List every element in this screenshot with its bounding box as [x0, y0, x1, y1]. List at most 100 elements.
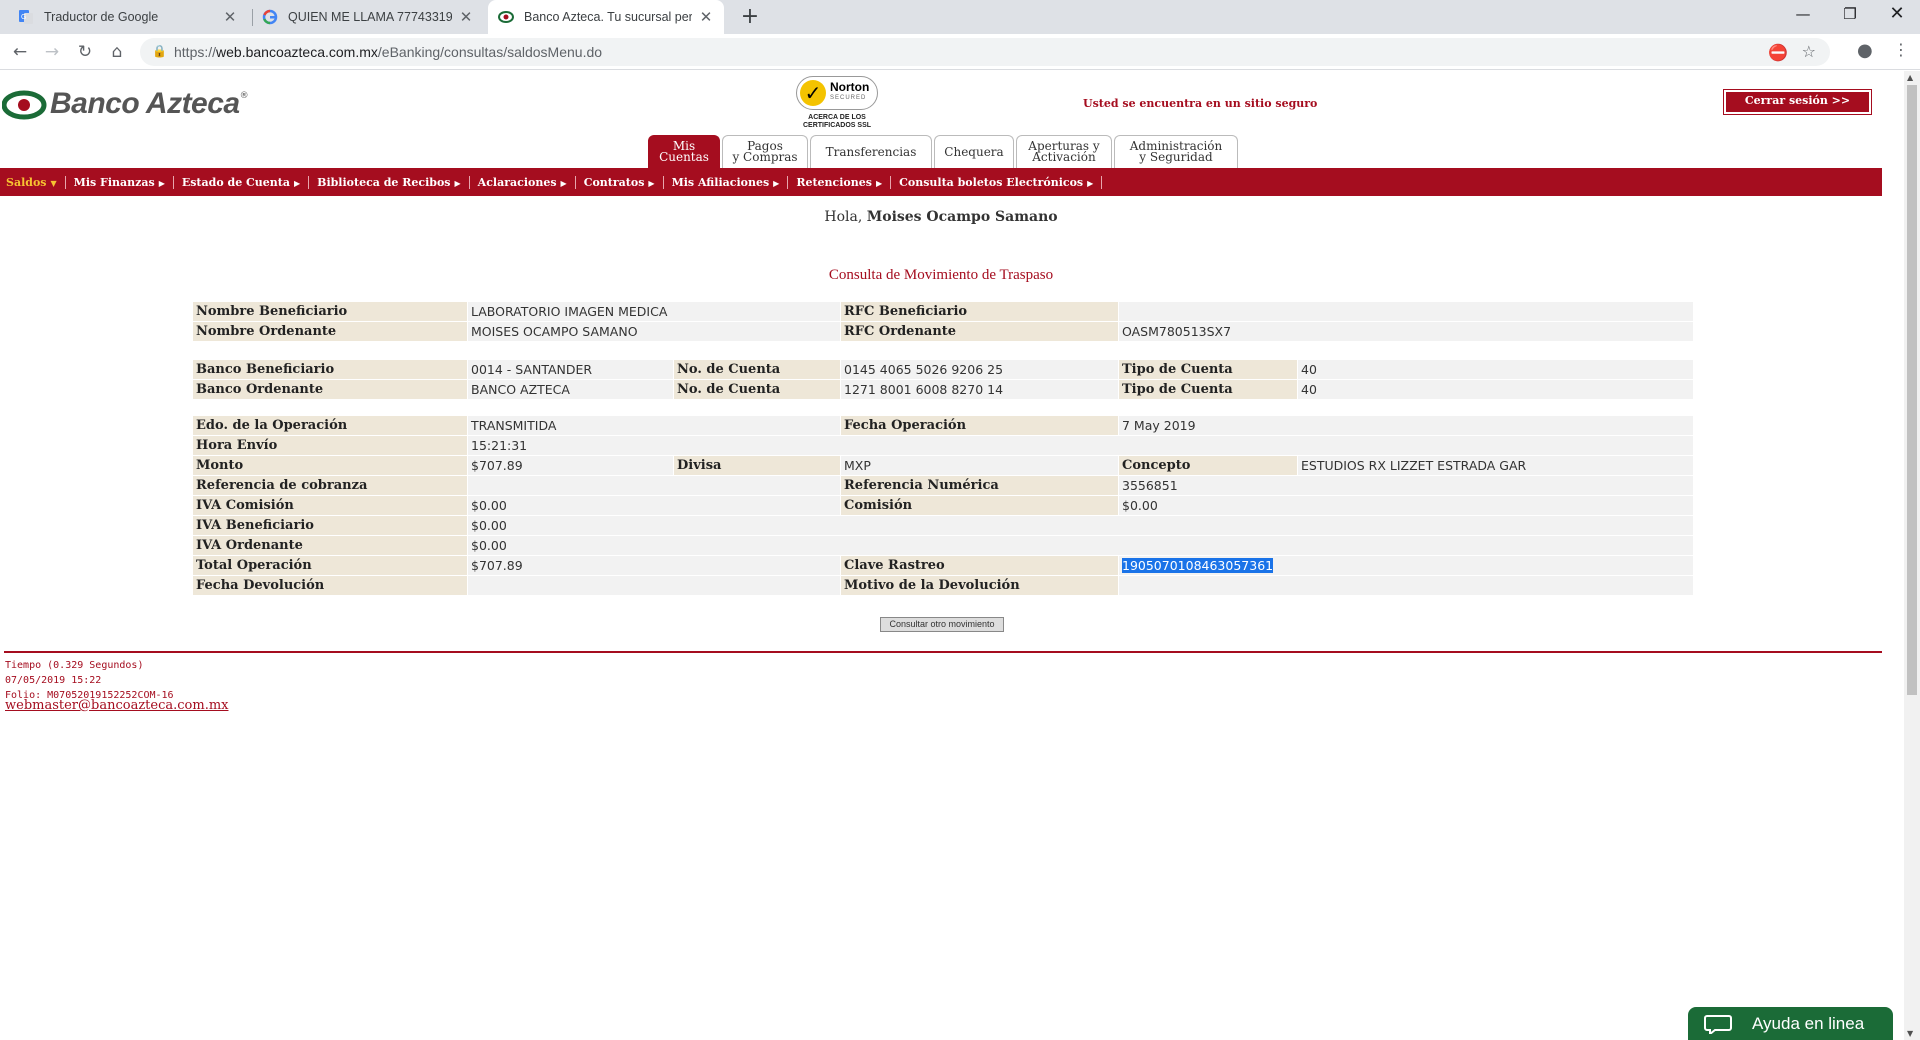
caret-right-icon: ▶ — [454, 177, 461, 188]
footer-divider — [4, 651, 1882, 653]
norton-seal[interactable]: ✓ Norton SECURED ACERCA DE LOS CERTIFICADO… — [792, 76, 882, 134]
tab-title: Traductor de Google — [44, 10, 159, 24]
close-tab-icon[interactable]: ✕ — [698, 8, 714, 26]
field-label: Edo. de la Operación — [193, 416, 467, 435]
tab-transferencias[interactable]: Transferencias — [810, 135, 932, 168]
tab-title: QUIEN ME LLAMA 7774331956 - — [288, 10, 452, 24]
scroll-up-icon[interactable]: ▲ — [1907, 73, 1913, 82]
field-label: RFC Beneficiario — [841, 302, 1118, 321]
field-label: Tipo de Cuenta — [1119, 380, 1297, 399]
caret-right-icon: ▶ — [560, 177, 567, 188]
menu-mis-finanzas[interactable]: Mis Finanzas ▶ — [74, 175, 174, 189]
field-value: $707.89 — [468, 456, 673, 475]
chat-label: Ayuda en linea — [1752, 1014, 1865, 1033]
browser-tab-strip: G Traductor de Google ✕ QUIEN ME LLAMA 7… — [0, 0, 1920, 34]
tab-administracion-seguridad[interactable]: Administración y Seguridad — [1114, 135, 1238, 168]
field-label: IVA Comisión — [193, 496, 467, 515]
page-scrollbar[interactable]: ▲ ▼ — [1904, 71, 1920, 1040]
forward-icon[interactable]: → — [40, 40, 64, 64]
close-tab-icon[interactable]: ✕ — [222, 8, 238, 26]
caret-right-icon: ▶ — [158, 177, 165, 188]
minimize-icon[interactable]: — — [1780, 0, 1826, 30]
field-value: BANCO AZTECA — [468, 380, 673, 399]
scroll-down-icon[interactable]: ▼ — [1907, 1029, 1913, 1038]
caret-down-icon: ▼ — [50, 177, 57, 188]
address-bar[interactable]: 🔒 https://web.bancoazteca.com.mx/eBankin… — [140, 38, 1830, 66]
field-value: MOISES OCAMPO SAMANO — [468, 322, 840, 341]
field-label: RFC Ordenante — [841, 322, 1118, 341]
table-row: IVA Ordenante $0.00 — [193, 536, 1693, 556]
clave-rastreo-value[interactable]: 19050701084630573​61 — [1119, 556, 1693, 575]
tab-mis-cuentas[interactable]: Mis Cuentas — [648, 135, 720, 168]
close-tab-icon[interactable]: ✕ — [458, 8, 474, 26]
field-label: No. de Cuenta — [674, 360, 840, 379]
field-label: Nombre Ordenante — [193, 322, 467, 341]
blocked-content-icon[interactable]: ⛔ — [1768, 43, 1788, 62]
page-title: Consulta de Movimiento de Traspaso — [828, 267, 1054, 283]
menu-mis-afiliaciones[interactable]: Mis Afiliaciones ▶ — [672, 175, 789, 189]
field-label: Total Operación — [193, 556, 467, 575]
secure-site-message: Usted se encuentra en un sitio seguro — [1083, 97, 1318, 110]
browser-tab-translate[interactable]: G Traductor de Google ✕ — [8, 0, 248, 34]
norton-secured: SECURED — [830, 95, 867, 101]
menu-saldos[interactable]: Saldos ▼ — [6, 175, 66, 189]
field-label: Banco Beneficiario — [193, 360, 467, 379]
menu-consulta-boletos[interactable]: Consulta boletos Electrónicos ▶ — [899, 175, 1103, 189]
table-row: Nombre Beneficiario LABORATORIO IMAGEN M… — [193, 302, 1693, 322]
new-tab-icon[interactable]: + — [736, 3, 764, 31]
accounts-block: Banco Beneficiario 0014 - SANTANDER No. … — [193, 360, 1693, 400]
close-window-icon[interactable]: ✕ — [1874, 0, 1920, 30]
logo-wordmark: Banco Azteca — [50, 87, 240, 120]
ayuda-en-linea-button[interactable]: Ayuda en linea — [1688, 1007, 1893, 1040]
field-value: 15:21:31 — [468, 436, 1693, 455]
tab-chequera[interactable]: Chequera — [934, 135, 1014, 168]
menu-retenciones[interactable]: Retenciones ▶ — [796, 175, 892, 189]
field-label: Motivo de la Devolución — [841, 576, 1118, 595]
field-value: LABORATORIO IMAGEN MEDICA — [468, 302, 840, 321]
selected-text[interactable]: 19050701084630573​61 — [1122, 558, 1274, 573]
tab-title: Banco Azteca. Tu sucursal person — [524, 10, 692, 24]
table-row: Monto $707.89 Divisa MXP Concepto ESTUDI… — [193, 456, 1693, 476]
field-value: $707.89 — [468, 556, 840, 575]
browser-toolbar: ← → ↻ ⌂ 🔒 https://web.bancoazteca.com.mx… — [0, 34, 1920, 70]
table-row: Nombre Ordenante MOISES OCAMPO SAMANO RF… — [193, 322, 1693, 342]
field-label: Comisión — [841, 496, 1118, 515]
banco-azteca-logo[interactable]: Banco Azteca ® — [1, 87, 249, 121]
main-nav-tabs: Mis Cuentas Pagos y Compras Transferencias… — [648, 134, 1240, 168]
bookmark-star-icon[interactable]: ☆ — [1802, 42, 1816, 61]
field-value — [1119, 576, 1693, 595]
field-label: Nombre Beneficiario — [193, 302, 467, 321]
scrollbar-thumb[interactable] — [1907, 85, 1917, 695]
field-value: $0.00 — [468, 536, 1693, 555]
field-label: IVA Ordenante — [193, 536, 467, 555]
menu-biblioteca-recibos[interactable]: Biblioteca de Recibos ▶ — [317, 175, 470, 189]
home-icon[interactable]: ⌂ — [105, 40, 129, 64]
field-value: 7 May 2019 — [1119, 416, 1693, 435]
menu-aclaraciones[interactable]: Aclaraciones ▶ — [478, 175, 576, 189]
norton-badge: ✓ Norton SECURED — [796, 76, 878, 110]
back-icon[interactable]: ← — [8, 40, 32, 64]
field-value: 3556851 — [1119, 476, 1693, 495]
table-row: IVA Beneficiario $0.00 — [193, 516, 1693, 536]
profile-icon[interactable]: ● — [1857, 40, 1873, 61]
webmaster-email-link[interactable]: webmaster@bancoazteca.com.mx — [5, 698, 228, 713]
beneficiary-block: Nombre Beneficiario LABORATORIO IMAGEN M… — [193, 302, 1693, 342]
menu-kebab-icon[interactable]: ⋮ — [1893, 40, 1909, 59]
field-value: MXP — [841, 456, 1118, 475]
browser-tab-banco-azteca[interactable]: Banco Azteca. Tu sucursal person ✕ — [488, 0, 724, 34]
consultar-otro-movimiento-button[interactable]: Consultar otro movimiento — [880, 617, 1004, 632]
field-value: 40 — [1298, 380, 1693, 399]
tab-pagos-compras[interactable]: Pagos y Compras — [722, 135, 808, 168]
menu-contratos[interactable]: Contratos ▶ — [584, 175, 664, 189]
lock-icon[interactable]: 🔒 — [152, 44, 167, 58]
menu-estado-de-cuenta[interactable]: Estado de Cuenta ▶ — [182, 175, 310, 189]
table-row: Fecha Devolución Motivo de la Devolución — [193, 576, 1693, 596]
google-translate-icon: G — [18, 9, 34, 25]
logout-button[interactable]: Cerrar sesión >> — [1723, 89, 1872, 115]
reload-icon[interactable]: ↻ — [73, 40, 97, 64]
table-row: Banco Ordenante BANCO AZTECA No. de Cuen… — [193, 380, 1693, 400]
browser-tab-quien-me-llama[interactable]: QUIEN ME LLAMA 7774331956 - ✕ — [252, 0, 484, 34]
caret-right-icon: ▶ — [293, 177, 301, 188]
tab-aperturas-activacion[interactable]: Aperturas y Activación — [1016, 135, 1112, 168]
restore-icon[interactable]: ❐ — [1827, 0, 1873, 30]
